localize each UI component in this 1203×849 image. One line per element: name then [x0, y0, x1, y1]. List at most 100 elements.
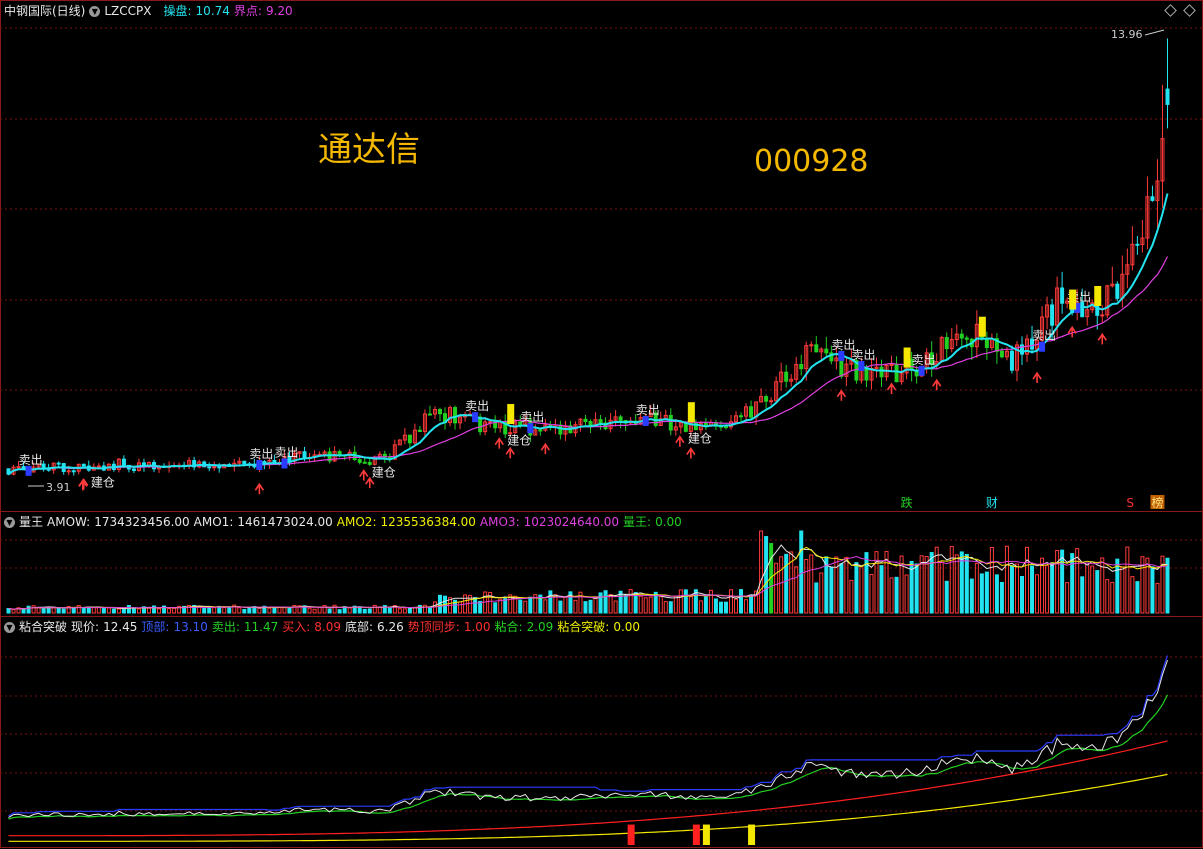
up-arrow-icon [365, 476, 375, 489]
top-line [8, 655, 1169, 817]
candle-body [769, 400, 774, 403]
volume-bar [879, 565, 884, 614]
volume-bar [974, 562, 979, 614]
candle-body [1009, 350, 1014, 371]
volume-bar [11, 609, 16, 614]
volume-bar [663, 601, 668, 614]
volume-bar [121, 608, 126, 614]
volume-bar [1045, 565, 1050, 614]
volume-bar [969, 578, 974, 614]
dingbu-label: 顶部: [141, 620, 170, 634]
volume-bar [814, 582, 819, 614]
volume-bar [312, 608, 317, 614]
sell-signal-marker [25, 465, 32, 476]
volume-indicator-name[interactable]: 量王 [19, 514, 43, 530]
candle-body [66, 470, 71, 473]
volume-bar [749, 594, 754, 614]
candle-body [1050, 304, 1055, 326]
price-chart[interactable]: 卖出建仓卖出 卖出建仓卖出建仓卖出卖出建仓卖出卖出 卖出卖出卖出13.963.91跌… [0, 0, 1203, 511]
volume-bar [869, 573, 874, 614]
volume-bar [799, 530, 804, 614]
volume-bar [1025, 546, 1030, 614]
volume-bar [548, 590, 553, 614]
sell-signal-label: 卖出 [1032, 329, 1056, 343]
amo1-label: AMO1: [193, 515, 234, 529]
breakout-marker [748, 824, 756, 845]
caopan-line [7, 193, 1169, 476]
volume-bar [673, 595, 678, 614]
candle-body [1060, 287, 1065, 304]
candle-body [207, 466, 212, 469]
indicator-name[interactable]: LZCCPX [104, 3, 151, 19]
buy-line [8, 740, 1168, 837]
sell-signal-label: 卖出 [851, 348, 875, 362]
volume-bar [242, 608, 247, 614]
volume-bar [989, 546, 994, 614]
candle-body [81, 463, 86, 467]
volume-bar [854, 562, 859, 614]
sell-signal-marker [918, 365, 925, 376]
volume-bar [964, 553, 969, 614]
candle-body [739, 415, 744, 418]
candle-body [944, 337, 949, 350]
volume-bar [784, 553, 789, 614]
candle-body [1080, 301, 1085, 318]
volume-bar [613, 600, 618, 614]
volume-bar [949, 545, 954, 614]
breakout-panel[interactable]: ▼ 粘合突破 现价: 12.45 顶部: 13.10 卖出: 11.47 买入:… [0, 616, 1203, 848]
breakout-indicator-name[interactable]: 粘合突破 [19, 619, 67, 635]
volume-bar [402, 608, 407, 614]
candle-body [71, 470, 76, 473]
signal-yellow-bar [1069, 289, 1077, 310]
volume-bar [272, 606, 277, 614]
volume-bar [1004, 545, 1009, 614]
footer-tag: 榜 [1151, 495, 1163, 510]
candle-body [583, 418, 588, 423]
amow-label: AMOW: [47, 515, 91, 529]
candle-body [217, 466, 222, 469]
sell-signal-label: 卖出 [465, 399, 489, 413]
volume-bar [337, 609, 342, 614]
volume-bar [603, 590, 608, 614]
volume-bar [939, 561, 944, 614]
volume-bar [698, 600, 703, 614]
buy-arrow-icon [359, 469, 369, 481]
volume-bar [327, 608, 332, 614]
candle-body [764, 396, 769, 402]
volume-bar [658, 595, 663, 614]
candle-body [784, 371, 789, 382]
volume-bar [834, 556, 839, 614]
volume-bar [126, 605, 131, 614]
volume-panel[interactable]: ▼ 量王 AMOW: 1734323456.00 AMO1: 146147302… [0, 511, 1203, 616]
stock-title[interactable]: 中钢国际(日线) [4, 3, 85, 19]
xianjia-value: 12.45 [103, 620, 138, 634]
candle-body [453, 407, 458, 424]
candle-body [799, 363, 804, 370]
chevron-down-icon[interactable]: ▼ [4, 621, 15, 633]
candle-body [703, 422, 708, 426]
volume-bar [563, 596, 568, 614]
sell-signal-marker [858, 361, 865, 372]
price-panel[interactable]: 卖出 建仓 卖出 卖出 建仓 卖出 建仓 卖出 卖出 建仓 卖出 卖出 卖出 卖出 卖出 13.96 3.91 跌… [0, 0, 1203, 511]
candle-body [668, 414, 673, 431]
chevron-down-icon[interactable]: ▼ [89, 5, 101, 17]
candle-body [131, 468, 136, 471]
chevron-down-icon[interactable]: ▼ [4, 516, 15, 528]
candle-body [999, 350, 1004, 358]
shiding-value: 1.00 [463, 620, 491, 634]
volume-bar [809, 554, 814, 614]
volume-bar [257, 607, 262, 614]
volume-bar [994, 574, 999, 614]
volume-bar [1019, 576, 1024, 614]
volume-bar [829, 566, 834, 614]
volume-bar [493, 602, 498, 614]
candle-body [809, 344, 814, 347]
amo3-label: AMO3: [479, 515, 520, 529]
candle-body [362, 461, 367, 464]
volume-bar [628, 589, 633, 614]
candle-body [437, 409, 442, 415]
breakout-chart[interactable] [0, 617, 1203, 849]
signal-yellow-bar [978, 316, 986, 337]
caopan-label: 操盘: [163, 4, 192, 18]
volume-bar [1050, 562, 1055, 614]
